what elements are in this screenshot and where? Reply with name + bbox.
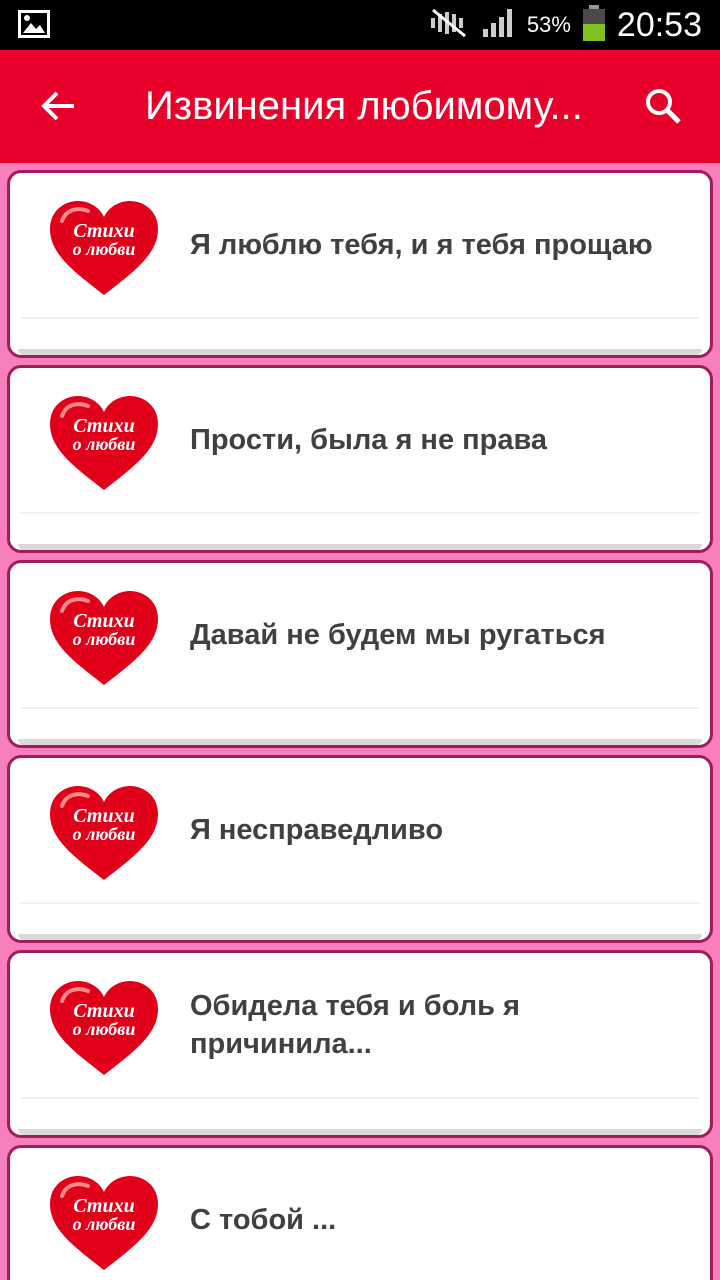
list-item-title: С тобой ...: [190, 1204, 337, 1236]
divider: [20, 902, 700, 904]
list-item-title: Прости, была я не права: [190, 424, 548, 456]
heart-logo-line2: о любви: [73, 1019, 136, 1039]
battery-percent: 53%: [526, 12, 571, 37]
list-item-title: Я несправедливо: [190, 814, 444, 846]
card-footer: [18, 739, 702, 745]
arrow-left-icon: [41, 91, 74, 121]
divider: [20, 512, 700, 514]
heart-logo-line2: о любви: [73, 239, 136, 259]
back-button[interactable]: [30, 78, 86, 134]
heart-logo-icon: Стихи о любви: [50, 786, 158, 880]
mute-icon: [427, 8, 471, 43]
heart-logo-icon: Стихи о любви: [50, 981, 158, 1075]
list-item-title: Давай не будем мы ругаться: [190, 619, 606, 651]
list-item[interactable]: Стихи о любви Я несправедливо: [7, 755, 713, 943]
card-footer: [18, 1129, 702, 1135]
divider: [20, 1097, 700, 1099]
heart-logo-icon: Стихи о любви: [50, 1176, 158, 1270]
list-item-title: Я люблю тебя, и я тебя прощаю: [190, 229, 653, 261]
heart-logo-icon: Стихи о любви: [50, 591, 158, 685]
search-icon: [646, 89, 681, 124]
list-item[interactable]: Стихи о любви Обидела тебя и боль я прич…: [7, 950, 713, 1138]
heart-logo-line2: о любви: [73, 1214, 136, 1234]
search-button[interactable]: [635, 78, 691, 134]
card-footer: [18, 934, 702, 940]
list-item[interactable]: Стихи о любви Давай не будем мы ругаться: [7, 560, 713, 748]
app-bar: Извинения любимому...: [0, 50, 720, 163]
battery-icon: [581, 4, 607, 47]
list-item[interactable]: Стихи о любви С тобой ...: [7, 1145, 713, 1280]
heart-logo-line2: о любви: [73, 629, 136, 649]
card-footer: [18, 349, 702, 355]
signal-icon: [481, 7, 517, 44]
image-icon: [18, 10, 50, 43]
heart-logo-icon: Стихи о любви: [50, 396, 158, 490]
heart-logo-icon: Стихи о любви: [50, 201, 158, 295]
card-footer: [18, 544, 702, 550]
heart-logo-line2: о любви: [73, 434, 136, 454]
status-bar: 53% 20:53: [0, 0, 720, 50]
page-title: Извинения любимому...: [145, 84, 583, 128]
clock: 20:53: [616, 5, 702, 44]
list-item[interactable]: Стихи о любви Я люблю тебя, и я тебя про…: [7, 170, 713, 358]
list-item[interactable]: Стихи о любви Прости, была я не права: [7, 365, 713, 553]
poem-list[interactable]: Стихи о любви Я люблю тебя, и я тебя про…: [0, 163, 720, 1280]
list-item-title: Обидела тебя и боль я причинила...: [190, 990, 520, 1060]
heart-logo-line2: о любви: [73, 824, 136, 844]
divider: [20, 317, 700, 319]
divider: [20, 707, 700, 709]
